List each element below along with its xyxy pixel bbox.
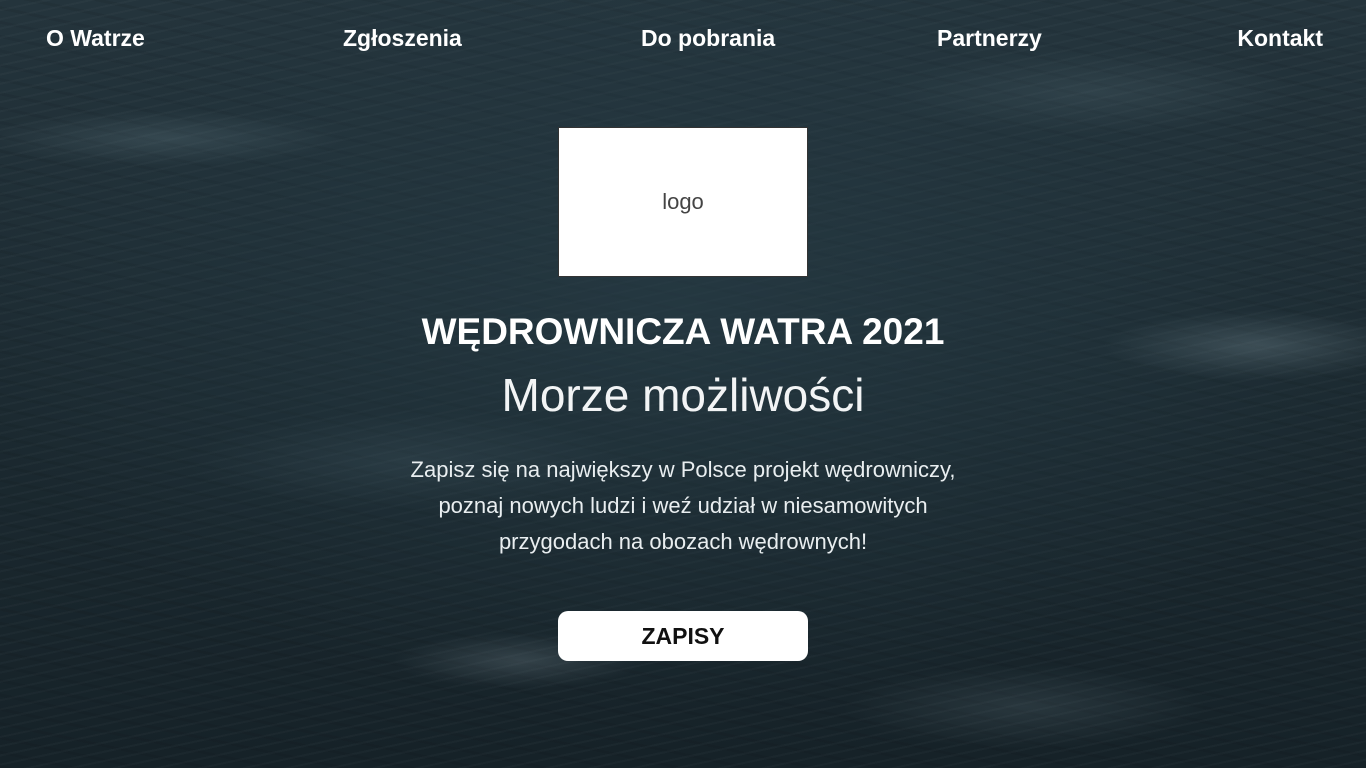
logo-placeholder-text: logo bbox=[662, 189, 704, 214]
nav-link-zgloszenia[interactable]: Zgłoszenia bbox=[343, 24, 462, 52]
nav-link-partnerzy[interactable]: Partnerzy bbox=[937, 24, 1042, 52]
nav-link-o-watrze[interactable]: O Watrze bbox=[46, 24, 145, 52]
logo-placeholder: logo bbox=[558, 127, 808, 277]
signup-button[interactable]: ZAPISY bbox=[558, 611, 808, 661]
nav-link-kontakt[interactable]: Kontakt bbox=[1237, 24, 1323, 52]
hero-subtitle: Morze możliwości bbox=[501, 369, 865, 421]
hero-description: Zapisz się na największy w Polsce projek… bbox=[410, 457, 956, 554]
hero-title: WĘDROWNICZA WATRA 2021 bbox=[421, 311, 945, 352]
nav-link-do-pobrania[interactable]: Do pobrania bbox=[641, 24, 775, 52]
main-nav: O Watrze Zgłoszenia Do pobrania Partnerz… bbox=[0, 0, 1366, 78]
